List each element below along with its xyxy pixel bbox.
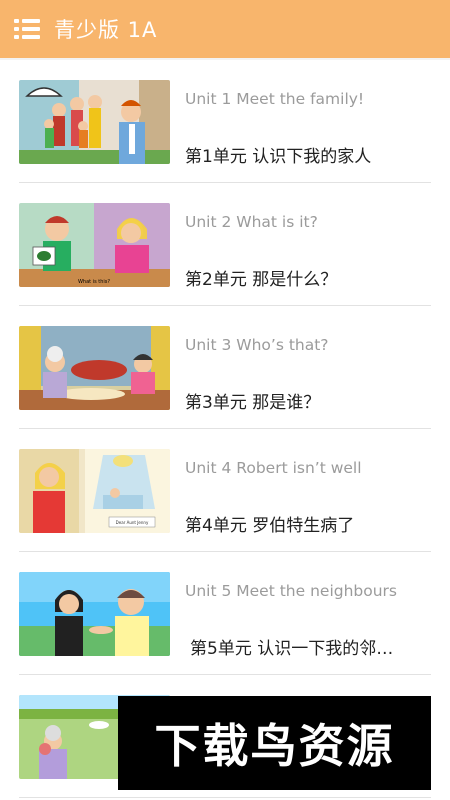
unit-chinese-title: 第3单元 那是谁？ (185, 393, 321, 413)
unit-english-title: Unit 3 Who’s that? (185, 336, 329, 354)
unit-english-title: Unit 5 Meet the neighbours (185, 582, 398, 600)
list-item-unit-3[interactable]: Unit 3 Who’s that? 第3单元 那是谁？ (0, 306, 450, 429)
neighbours-illustration (19, 572, 170, 656)
list-item-unit-4[interactable]: Dear Aunt Jenny Unit 4 Robert isn’t well… (0, 429, 450, 552)
what-is-it-illustration: What is this? (19, 203, 170, 287)
unit-thumbnail (19, 572, 170, 656)
unit-chinese-title: 第4单元 罗伯特生病了 (185, 516, 355, 536)
unit-list: Unit 1 Meet the family! 第1单元 认识下我的家人 Wha… (0, 60, 450, 800)
unit-thumbnail: Dear Aunt Jenny (19, 449, 170, 533)
unit-chinese-title: 第2单元 那是什么？ (185, 270, 338, 290)
unit-thumbnail (19, 80, 170, 164)
thumb-caption: What is this? (78, 279, 110, 285)
unit-chinese-title: 第1单元 认识下我的家人 (185, 147, 372, 167)
unit-chinese-title: 第5单元 认识一下我的邻… (190, 639, 394, 659)
menu-list-icon[interactable] (14, 19, 40, 39)
watermark-overlay: 下载鸟资源 (118, 696, 431, 790)
unit-english-title: Unit 2 What is it? (185, 213, 318, 231)
thumb-caption: Dear Aunt Jenny (116, 520, 149, 525)
list-item-unit-5[interactable]: Unit 5 Meet the neighbours 第5单元 认识一下我的邻… (0, 552, 450, 675)
list-item-unit-1[interactable]: Unit 1 Meet the family! 第1单元 认识下我的家人 (0, 60, 450, 183)
unit-english-title: Unit 4 Robert isn’t well (185, 459, 362, 477)
unit-thumbnail: What is this? (19, 203, 170, 287)
family-illustration (19, 80, 170, 164)
robert-sick-illustration: Dear Aunt Jenny (19, 449, 170, 533)
unit-thumbnail (19, 326, 170, 410)
app-header: 青少版 1A (0, 0, 450, 58)
page-title: 青少版 1A (54, 18, 158, 42)
unit-english-title: Unit 1 Meet the family! (185, 90, 365, 108)
who-is-that-illustration (19, 326, 170, 410)
list-item-unit-2[interactable]: What is this? Unit 2 What is it? 第2单元 那是… (0, 183, 450, 306)
